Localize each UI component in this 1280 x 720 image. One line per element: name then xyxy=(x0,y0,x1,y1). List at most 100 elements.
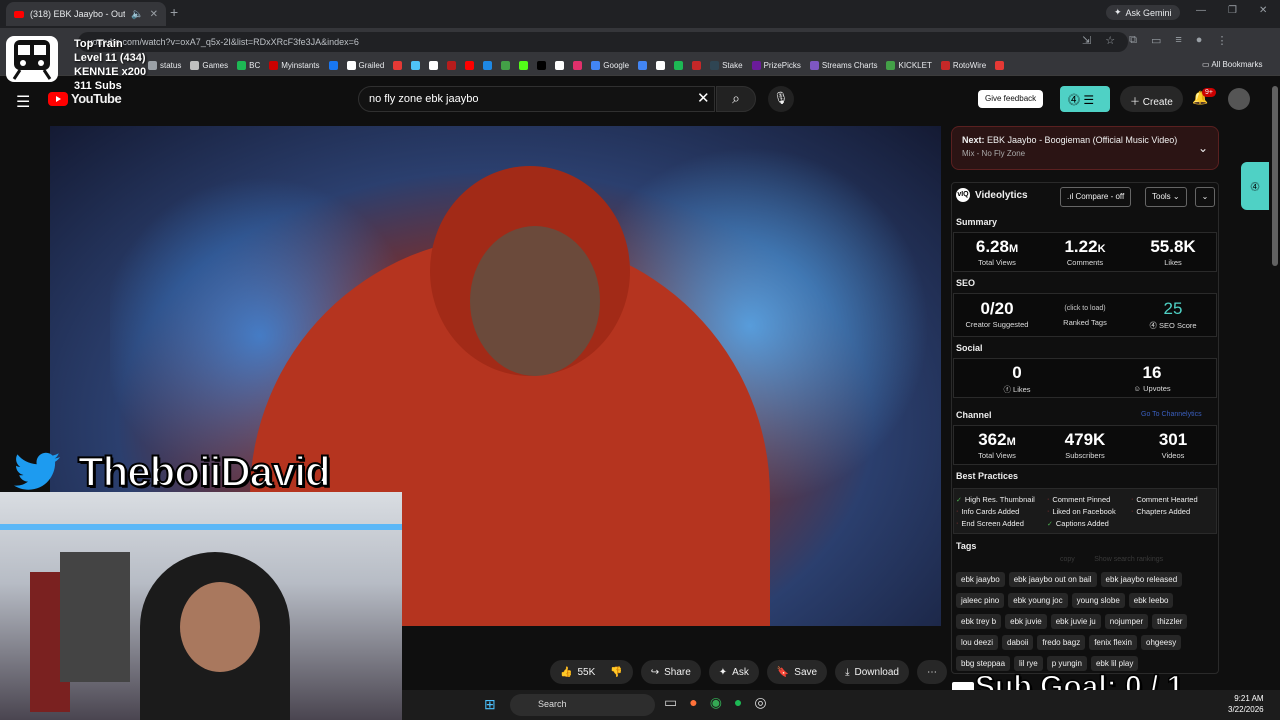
side-panel-icon[interactable]: ▭ xyxy=(1151,34,1161,47)
tag-chip[interactable]: fredo bagz xyxy=(1037,635,1086,650)
ask-gemini-button[interactable]: ✦ Ask Gemini xyxy=(1106,5,1180,20)
tag-chip[interactable]: ebk young joc xyxy=(1008,593,1068,608)
minimize-icon[interactable]: — xyxy=(1196,5,1206,16)
tag-chip[interactable]: young slobe xyxy=(1071,593,1125,608)
speaker-icon[interactable]: 🔈 xyxy=(131,9,143,20)
bookmark-item[interactable]: Games xyxy=(190,61,228,70)
tag-chip[interactable]: nojumper xyxy=(1104,614,1149,629)
more-actions-button[interactable]: ⋯ xyxy=(917,660,947,684)
ask-button[interactable]: ✦ Ask xyxy=(708,660,759,684)
bookmark-item[interactable]: Stake xyxy=(710,61,743,70)
go-to-channelytics-link[interactable]: Go To Channelytics xyxy=(1141,411,1202,418)
tag-chip[interactable]: ebk trey b xyxy=(956,614,1002,629)
vidiq-toggle-button[interactable]: ⓸ ☰ xyxy=(1060,86,1110,112)
hamburger-menu-icon[interactable]: ☰ xyxy=(16,92,30,112)
all-bookmarks-button[interactable]: ▭ All Bookmarks xyxy=(1202,60,1262,69)
bookmark-star-icon[interactable]: ☆ xyxy=(1105,34,1115,47)
bookmark-item[interactable] xyxy=(995,61,1005,70)
bookmark-item[interactable] xyxy=(501,61,511,70)
tag-chip[interactable]: fenix flexin xyxy=(1089,635,1137,650)
tag-chip[interactable]: ebk leebo xyxy=(1128,593,1174,608)
bookmark-item[interactable]: Myinstants xyxy=(269,61,320,70)
ranked-tags-load[interactable]: (click to load) xyxy=(1043,305,1127,312)
taskbar-search-box[interactable]: Search xyxy=(510,694,655,716)
account-avatar[interactable] xyxy=(1228,88,1250,110)
file-explorer-icon[interactable]: ▭ xyxy=(664,694,677,711)
tag-chip[interactable]: lou deezi xyxy=(956,635,999,650)
bookmark-item[interactable]: status xyxy=(148,61,181,70)
bookmark-item[interactable]: Grailed xyxy=(346,61,384,70)
bookmark-item[interactable] xyxy=(555,61,565,70)
media-controls-icon[interactable]: ≡ xyxy=(1175,34,1181,47)
download-button[interactable]: ⤓ Download xyxy=(835,660,909,684)
firefox-icon[interactable]: ● xyxy=(689,694,697,711)
bookmark-item[interactable] xyxy=(656,61,666,70)
tag-chip[interactable]: lil rye xyxy=(1014,656,1043,671)
like-button[interactable]: 👍 55K 👎 xyxy=(550,660,633,684)
collapse-panel-icon[interactable]: ⌄ xyxy=(1195,187,1215,207)
compare-toggle[interactable]: .ıl Compare - off xyxy=(1060,187,1132,207)
clear-search-icon[interactable]: ✕ xyxy=(697,89,710,107)
new-tab-button[interactable]: + xyxy=(170,4,178,20)
chrome-icon[interactable]: ◉ xyxy=(710,694,722,711)
show-search-rankings-button[interactable]: Show search rankings xyxy=(1094,556,1163,563)
bookmark-item[interactable] xyxy=(638,61,648,70)
page-scrollbar[interactable] xyxy=(1272,86,1278,266)
chevron-down-icon[interactable]: ⌄ xyxy=(1198,141,1208,155)
tag-chip[interactable]: p yungin xyxy=(1046,656,1087,671)
bookmark-item[interactable]: RotoWire xyxy=(940,61,986,70)
copy-tags-button[interactable]: copy xyxy=(1060,556,1075,563)
bookmark-item[interactable] xyxy=(483,61,493,70)
dislike-icon[interactable]: 👎 xyxy=(610,667,622,678)
restore-icon[interactable]: ❐ xyxy=(1228,5,1237,16)
browser-menu-icon[interactable]: ⋮ xyxy=(1216,34,1227,47)
seo-ranked-tags[interactable]: (click to load) Ranked Tags xyxy=(1043,305,1127,327)
bookmark-item[interactable] xyxy=(411,61,421,70)
install-icon[interactable]: ⇲ xyxy=(1082,34,1091,47)
save-button[interactable]: 🔖 Save xyxy=(766,660,828,684)
youtube-logo[interactable]: YouTube xyxy=(48,91,122,106)
obs-icon[interactable]: ◎ xyxy=(754,694,766,711)
tag-chip[interactable]: ebk juvie xyxy=(1005,614,1047,629)
windows-start-icon[interactable]: ⊞ xyxy=(484,696,496,713)
bookmark-item[interactable]: Google xyxy=(591,61,629,70)
bookmark-item[interactable]: KICKLET xyxy=(886,61,932,70)
bookmark-item[interactable] xyxy=(692,61,702,70)
voice-search-icon[interactable]: 🎙 xyxy=(768,86,794,112)
vidiq-side-tab[interactable]: ⓸ xyxy=(1241,162,1269,210)
tag-chip[interactable]: jaleec pino xyxy=(956,593,1005,608)
profile-icon[interactable]: ● xyxy=(1196,34,1203,47)
create-button[interactable]: ＋ Create xyxy=(1120,86,1183,112)
tab-close-icon[interactable]: ✕ xyxy=(150,9,158,20)
spotify-icon[interactable]: ● xyxy=(734,694,742,711)
give-feedback-button[interactable]: Give feedback xyxy=(978,90,1044,108)
browser-tab[interactable]: (318) EBK Jaaybo - Out On 🔈 ✕ xyxy=(6,2,166,26)
bookmark-item[interactable] xyxy=(328,61,338,70)
bookmark-item[interactable] xyxy=(465,61,475,70)
tag-chip[interactable]: ebk juvie ju xyxy=(1050,614,1101,629)
bookmark-item[interactable] xyxy=(393,61,403,70)
share-button[interactable]: ↪ Share xyxy=(640,660,701,684)
bookmark-item[interactable] xyxy=(429,61,439,70)
search-input[interactable]: no fly zone ebk jaaybo xyxy=(358,86,715,112)
tag-chip[interactable]: ebk jaaybo out on bail xyxy=(1008,572,1097,587)
bookmark-item[interactable]: PrizePicks xyxy=(751,61,801,70)
bookmark-item[interactable] xyxy=(674,61,684,70)
search-button[interactable]: ⌕ xyxy=(716,86,756,112)
extensions-icon[interactable]: ⧉ xyxy=(1129,34,1137,47)
bookmark-item[interactable] xyxy=(573,61,583,70)
url-bar[interactable]: youtube.com/watch?v=oxA7_q5x-2I&list=RDx… xyxy=(78,32,1128,52)
tag-chip[interactable]: ebk jaaybo released xyxy=(1100,572,1183,587)
tools-dropdown[interactable]: Tools ⌄ xyxy=(1145,187,1187,207)
tag-chip[interactable]: daboii xyxy=(1002,635,1034,650)
bookmark-item[interactable]: Streams Charts xyxy=(809,61,877,70)
tag-chip[interactable]: ohgeesy xyxy=(1141,635,1182,650)
bookmark-item[interactable]: BC xyxy=(237,61,260,70)
tag-chip[interactable]: ebk lil play xyxy=(1090,656,1139,671)
bookmark-item[interactable] xyxy=(447,61,457,70)
next-video-card[interactable]: Next: EBK Jaaybo - Boogieman (Official M… xyxy=(951,126,1219,170)
taskbar-clock[interactable]: 9:21 AM 3/22/2026 xyxy=(1228,693,1264,715)
close-window-icon[interactable]: ✕ xyxy=(1259,5,1267,16)
tag-chip[interactable]: bbg steppaa xyxy=(956,656,1011,671)
tag-chip[interactable]: ebk jaaybo xyxy=(956,572,1005,587)
